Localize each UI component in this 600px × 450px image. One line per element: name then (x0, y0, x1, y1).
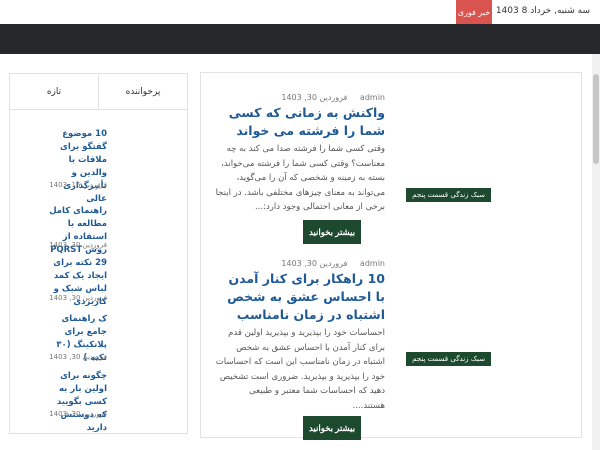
post-title[interactable]: واکنش به زمانی که کسی شما را فرشته می خو… (215, 104, 385, 140)
post-meta: admin فروردین 30, 1403 (281, 93, 385, 102)
post-card: admin فروردین 30, 1403 10 راهکار برای کن… (201, 253, 581, 440)
post-author[interactable]: admin (360, 93, 385, 102)
read-more-button[interactable]: بیشتر بخوانید (303, 416, 361, 440)
sidebar-post-date: فروردین 16, 1403 (49, 181, 107, 189)
tab-popular[interactable]: پرخواننده (98, 74, 187, 109)
post-excerpt: وقتی کسی شما را فرشته صدا می کند به چه م… (215, 144, 385, 212)
sidebar-tabs: پرخواننده تازه (10, 74, 187, 110)
category-badge[interactable]: سبک زندگی قسمت پنجم (406, 352, 491, 366)
read-more-button[interactable]: بیشتر بخوانید (303, 220, 361, 244)
sidebar-post-date: فروردین 30, 1403 (49, 294, 107, 302)
sidebar-post-date: فروردین 30, 1403 (49, 241, 107, 249)
post-excerpt: احساسات خود را بپذیرید و بپذیرید اولین ق… (215, 328, 385, 411)
post-title[interactable]: 10 راهکار برای کنار آمدن با احساس عشق به… (215, 270, 385, 324)
post-date: فروردین 30, 1403 (281, 259, 348, 268)
sidebar-post-date: فروردین 30, 1403 (49, 410, 107, 418)
current-date: سه شنبه, خرداد 8 1403 (495, 6, 590, 16)
sidebar-post-date: فروردین 30, 1403 (49, 353, 107, 361)
category-badge[interactable]: سبک زندگی قسمت پنجم (406, 188, 491, 202)
scrollbar-thumb[interactable] (593, 74, 599, 164)
post-author[interactable]: admin (360, 259, 385, 268)
post-card: admin فروردین 30, 1403 واکنش به زمانی که… (201, 73, 581, 253)
posts-list: admin فروردین 30, 1403 واکنش به زمانی که… (200, 72, 582, 440)
sidebar-widget: پرخواننده تازه 10 موضوع گفتگو برای ملاقا… (9, 73, 188, 434)
breaking-news-badge[interactable]: خبر فوری (456, 0, 492, 24)
sidebar-post-title[interactable]: 10 موضوع گفتگو برای ملاقات با والدین و ت… (49, 128, 107, 206)
top-bar: سه شنبه, خرداد 8 1403 خبر فوری (0, 0, 600, 24)
sidebar-post-title[interactable]: راهنمای کامل مطالعه با استفاده از روش PQ… (49, 205, 107, 257)
sidebar-post-title[interactable]: چگونه برای اولین بار به کسی بگویید که دو… (49, 370, 107, 435)
post-date: فروردین 30, 1403 (281, 93, 348, 102)
tab-recent[interactable]: تازه (10, 74, 98, 109)
post-meta: admin فروردین 30, 1403 (281, 259, 385, 268)
page-scrollbar[interactable] (592, 54, 600, 450)
site-header (0, 24, 600, 54)
